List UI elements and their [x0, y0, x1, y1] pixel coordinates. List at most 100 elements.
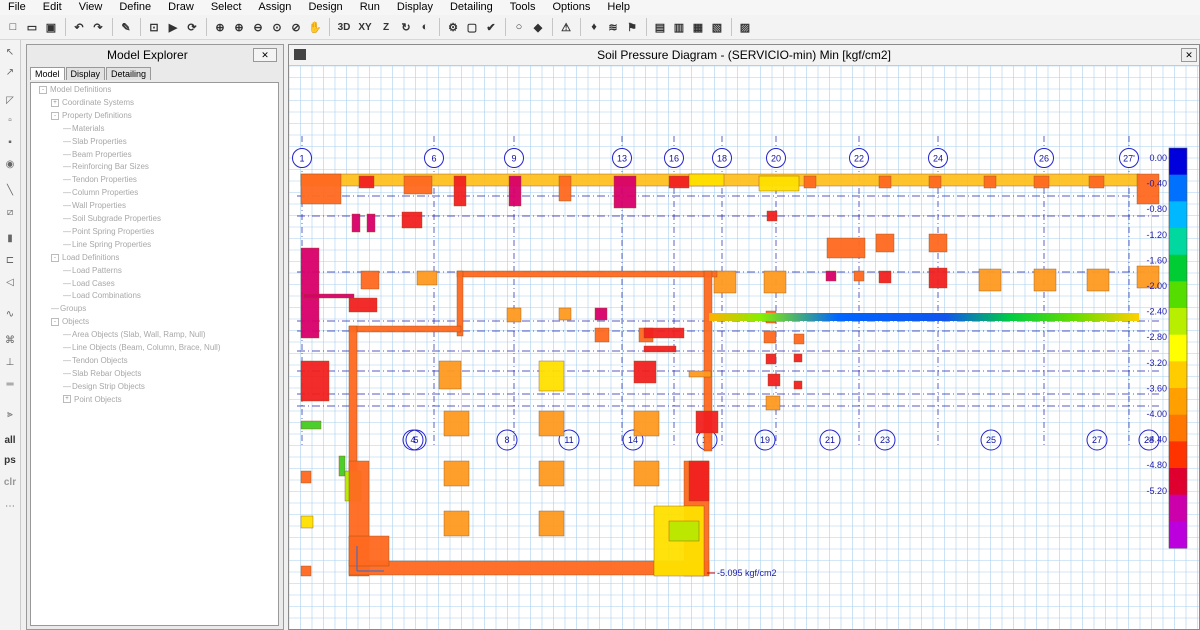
reactions-icon[interactable]: ♦	[585, 18, 603, 36]
slab-icon[interactable]: ▤	[651, 18, 669, 36]
tree-item[interactable]: —Reinforcing Bar Sizes	[63, 162, 149, 172]
pointer-icon[interactable]: ↖	[2, 44, 18, 60]
soil-pressure-icon[interactable]: ≋	[604, 18, 622, 36]
tree-item[interactable]: —Beam Properties	[63, 150, 132, 160]
plan-view-svg[interactable]: 1691316182022242627'45811141719212325272…	[289, 66, 1199, 629]
zoom-in-icon[interactable]: ⊕	[230, 18, 248, 36]
tree-item[interactable]: —Load Combinations	[63, 291, 141, 301]
menu-help[interactable]: Help	[599, 0, 639, 15]
tree-item[interactable]: —Design Strip Objects	[63, 382, 145, 392]
collapse-icon[interactable]: -	[51, 253, 59, 262]
plan-canvas[interactable]: 1691316182022242627'45811141719212325272…	[289, 66, 1199, 629]
draw-beam-icon[interactable]: ⧄	[2, 204, 18, 220]
report-icon[interactable]: ▨	[736, 18, 754, 36]
select-all-button[interactable]: all	[2, 432, 18, 448]
close-icon[interactable]: ✕	[253, 48, 277, 62]
deformed-shape-icon[interactable]: ◆	[529, 18, 547, 36]
view-z-button[interactable]: Z	[376, 18, 396, 36]
tree-item[interactable]: —Groups	[51, 304, 86, 314]
run-icon[interactable]: ▶	[164, 18, 182, 36]
tree-item[interactable]: —Line Spring Properties	[63, 240, 151, 250]
menu-assign[interactable]: Assign	[250, 0, 300, 15]
tree-item[interactable]: —Materials	[63, 124, 104, 134]
draw-strip-icon[interactable]: ═	[2, 376, 18, 392]
menu-options[interactable]: Options	[544, 0, 599, 15]
reshape-icon[interactable]: ↗	[2, 64, 18, 80]
draw-tendon-icon[interactable]: ∿	[2, 306, 18, 322]
tree-item[interactable]: —Load Patterns	[63, 266, 122, 276]
menu-detailing[interactable]: Detailing	[442, 0, 502, 15]
draw-column-icon[interactable]: ▮	[2, 230, 18, 246]
open-folder-icon[interactable]: ▭	[23, 18, 41, 36]
strip-icon[interactable]: ▥	[670, 18, 688, 36]
view-3d-button[interactable]: 3D	[334, 18, 354, 36]
previous-selection-button[interactable]: ps	[2, 452, 18, 468]
forces-icon[interactable]: ⚑	[623, 18, 641, 36]
menu-run[interactable]: Run	[352, 0, 389, 15]
draw-area-icon[interactable]: ▫	[2, 112, 18, 128]
tree-item[interactable]: —Slab Properties	[63, 137, 127, 147]
expand-icon[interactable]: +	[63, 395, 71, 404]
tree-item[interactable]: - Model Definitions	[39, 85, 111, 95]
punching-icon[interactable]: ▦	[689, 18, 707, 36]
tree-item[interactable]: —Column Properties	[63, 188, 138, 198]
tree-item[interactable]: —Wall Properties	[63, 201, 126, 211]
menu-design[interactable]: Design	[300, 0, 351, 15]
tree-item[interactable]: —Load Cases	[63, 279, 115, 289]
draw-wall-icon[interactable]: ⊏	[2, 252, 18, 268]
menu-select[interactable]: Select	[203, 0, 251, 15]
menu-tools[interactable]: Tools	[502, 0, 545, 15]
draw-spring-icon[interactable]: ⌘	[2, 332, 18, 348]
close-icon[interactable]: ✕	[1181, 48, 1197, 62]
circle-icon[interactable]: ○	[510, 18, 528, 36]
tree-item[interactable]: —Tendon Properties	[63, 175, 137, 185]
view-xy-button[interactable]: XY	[355, 18, 375, 36]
tree-item[interactable]: —Tendon Objects	[63, 356, 128, 366]
menu-display[interactable]: Display	[389, 0, 442, 15]
collapse-icon[interactable]: -	[39, 85, 47, 94]
set-options-icon[interactable]: ⚙	[444, 18, 462, 36]
pan-icon[interactable]: ✋	[306, 18, 324, 36]
new-file-icon[interactable]: □	[4, 18, 22, 36]
lock-icon[interactable]: ⊡	[145, 18, 163, 36]
tree-item[interactable]: + Point Objects	[63, 395, 122, 405]
menu-view[interactable]: View	[71, 0, 112, 15]
draw-rect-icon[interactable]: ▪	[2, 134, 18, 150]
draw-circle-icon[interactable]: ◉	[2, 156, 18, 172]
tree-item[interactable]: —Point Spring Properties	[63, 227, 154, 237]
zoom-extents-icon[interactable]: ⊙	[268, 18, 286, 36]
warning-icon[interactable]: ⚠	[557, 18, 575, 36]
menu-draw[interactable]: Draw	[160, 0, 203, 15]
tree-item[interactable]: —Area Objects (Slab, Wall, Ramp, Null)	[63, 330, 206, 340]
tab-detailing[interactable]: Detailing	[106, 67, 152, 80]
menu-file[interactable]: File	[0, 0, 35, 15]
intersect-icon[interactable]: ⋯	[2, 498, 18, 514]
rotate-icon[interactable]: ↻	[397, 18, 415, 36]
collapse-icon[interactable]: -	[51, 318, 59, 327]
tree-item[interactable]: - Objects	[51, 317, 89, 327]
refresh-icon[interactable]: ⟳	[183, 18, 201, 36]
clear-selection-button[interactable]: clr	[2, 474, 18, 490]
tree-item[interactable]: - Load Definitions	[51, 253, 119, 263]
zoom-window-icon[interactable]: ⊕	[211, 18, 229, 36]
menu-edit[interactable]: Edit	[35, 0, 71, 15]
redo-icon[interactable]: ↷	[89, 18, 107, 36]
grid-icon[interactable]: ▧	[708, 18, 726, 36]
pencil-icon[interactable]: ✎	[117, 18, 135, 36]
shading-icon[interactable]: ◐	[416, 18, 434, 36]
draw-dimension-icon[interactable]: ⊥	[2, 354, 18, 370]
tree-item[interactable]: —Soil Subgrade Properties	[63, 214, 161, 224]
undo-icon[interactable]: ↶	[70, 18, 88, 36]
collapse-icon[interactable]: -	[51, 111, 59, 120]
zoom-out-icon[interactable]: ⊖	[249, 18, 267, 36]
draw-point-icon[interactable]: ◸	[2, 92, 18, 108]
tree-item[interactable]: - Property Definitions	[51, 111, 132, 121]
draw-line-icon[interactable]: ╲	[2, 182, 18, 198]
check-icon[interactable]: ✔	[482, 18, 500, 36]
draw-ramp-icon[interactable]: ◁	[2, 274, 18, 290]
save-icon[interactable]: ▣	[42, 18, 60, 36]
menu-define[interactable]: Define	[111, 0, 160, 15]
tab-model[interactable]: Model	[30, 67, 65, 80]
select-icon[interactable]: ▢	[463, 18, 481, 36]
tab-display[interactable]: Display	[65, 67, 106, 80]
